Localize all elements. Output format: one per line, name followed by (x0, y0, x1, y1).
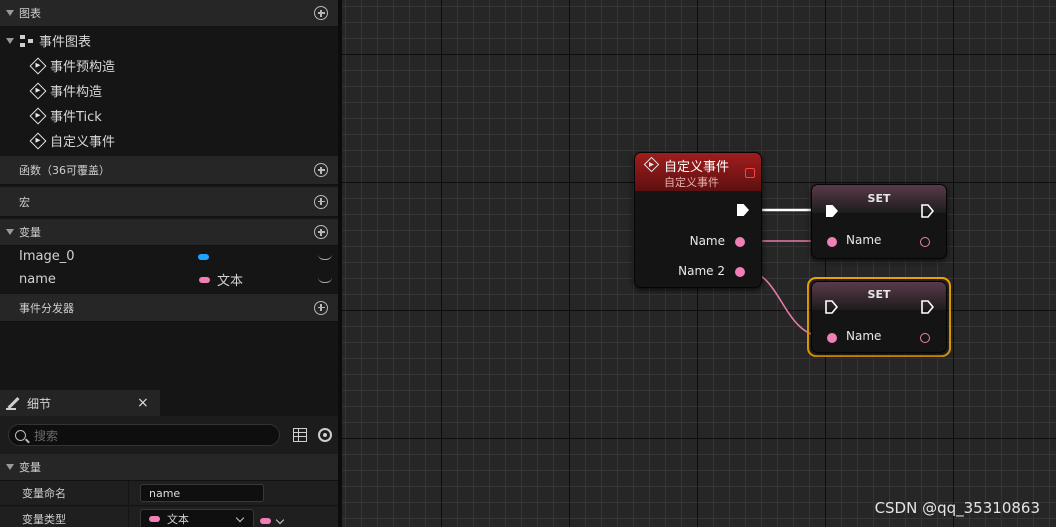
name-out-pin-icon[interactable] (735, 237, 745, 247)
search-input[interactable]: 搜索 (34, 427, 58, 444)
chevron-down-icon (275, 515, 285, 524)
variable-row[interactable]: Image_0 (0, 245, 338, 268)
pin-label: Name 2 (678, 264, 725, 278)
pin-label: Name (846, 233, 882, 247)
section-functions[interactable]: 函数（36可覆盖） (0, 156, 338, 185)
section-variables-label: 变量 (19, 226, 41, 239)
section-macros[interactable]: 宏 (0, 187, 338, 217)
tree-item-label: 事件预构造 (50, 60, 116, 75)
tree-item-event-graph[interactable]: 事件图表 (0, 28, 338, 53)
prop-row-variable-name: 变量命名 name (0, 480, 338, 506)
container-type-dropdown[interactable] (260, 511, 292, 527)
variable-name: name (19, 272, 56, 287)
section-variables[interactable]: 变量 (0, 219, 338, 246)
variable-type-pill-icon (199, 276, 210, 283)
exec-in-pin-icon[interactable] (825, 300, 838, 314)
tree-item-event[interactable]: 自定义事件 (0, 128, 338, 153)
pin-label: Name (846, 329, 882, 343)
section-functions-label: 函数（36可覆盖） (19, 164, 110, 177)
collapse-caret-icon[interactable] (6, 10, 14, 16)
variable-type-label: 文本 (217, 274, 244, 289)
details-section-label: 变量 (19, 461, 41, 474)
watermark: CSDN @qq_35310863 (874, 499, 1040, 517)
variable-row[interactable]: name 文本 (0, 268, 338, 291)
event-graph-canvas[interactable]: 自定义事件 自定义事件 Name Name 2 SET Name SET Nam… (342, 0, 1056, 527)
pin-label: Name (689, 234, 725, 248)
tree-item-event[interactable]: 事件预构造 (0, 53, 338, 78)
event-icon (29, 57, 47, 74)
tree-item-label: 自定义事件 (50, 135, 116, 150)
prop-label: 变量类型 (22, 513, 66, 526)
event-graph-icon (20, 34, 34, 47)
exec-out-pin-icon[interactable] (921, 204, 934, 218)
details-panel: 搜索 变量 变量命名 name 变量类型 文本 (0, 416, 338, 527)
variable-type-dropdown[interactable]: 文本 (140, 509, 254, 527)
variable-name-field[interactable]: name (140, 484, 264, 502)
pencil-icon (6, 396, 20, 410)
tab-details[interactable]: 细节 × (0, 390, 160, 416)
gear-icon[interactable] (318, 428, 332, 442)
variable-type-value: 文本 (167, 513, 189, 526)
section-event-dispatchers[interactable]: 事件分发器 (0, 294, 338, 322)
variable-name: Image_0 (19, 249, 75, 264)
visibility-eye-icon[interactable] (318, 254, 332, 260)
add-macro-icon[interactable] (314, 194, 328, 209)
collapse-caret-icon[interactable] (6, 229, 14, 235)
variable-type-pill-icon (198, 253, 209, 260)
name2-out-pin-icon[interactable] (735, 267, 745, 277)
node-title: 自定义事件 (664, 160, 730, 175)
section-macros-label: 宏 (19, 195, 30, 209)
add-graph-icon[interactable] (314, 6, 328, 20)
event-graph-label: 事件图表 (39, 35, 92, 50)
section-graphs-label: 图表 (19, 7, 41, 20)
search-box[interactable]: 搜索 (8, 424, 280, 446)
section-graphs[interactable]: 图表 (0, 0, 338, 27)
delegate-pin-icon[interactable] (745, 168, 755, 178)
expand-caret-icon[interactable] (6, 37, 14, 44)
exec-out-pin-icon[interactable] (737, 204, 749, 216)
tree-item-event[interactable]: 事件Tick (0, 103, 338, 128)
my-blueprint-panel: 图表 事件图表 事件预构造 事件构造 事件Tick 自定义事件 函数（36可覆盖… (0, 0, 338, 527)
visibility-eye-icon[interactable] (318, 277, 332, 283)
chevron-down-icon (235, 513, 245, 523)
section-dispatchers-label: 事件分发器 (19, 301, 74, 315)
event-icon (29, 132, 47, 149)
collapse-caret-icon[interactable] (6, 464, 14, 470)
node-subtitle: 自定义事件 (664, 176, 719, 189)
details-section-variable[interactable]: 变量 (0, 454, 338, 481)
tree-item-label: 事件构造 (50, 85, 103, 100)
set-node-selected[interactable]: SET Name (811, 281, 947, 353)
set-node[interactable]: SET Name (811, 184, 947, 259)
add-function-icon[interactable] (314, 163, 328, 177)
tree-item-label: 事件Tick (50, 110, 102, 125)
table-view-icon[interactable] (293, 428, 307, 442)
tree-item-event[interactable]: 事件构造 (0, 78, 338, 103)
add-dispatcher-icon[interactable] (314, 300, 328, 315)
name-out-pin-icon[interactable] (920, 237, 930, 247)
container-pill-icon (260, 518, 271, 524)
event-icon (29, 107, 47, 124)
name-in-pin-icon[interactable] (827, 237, 837, 247)
type-pill-icon (149, 516, 160, 522)
name-in-pin-icon[interactable] (827, 333, 837, 343)
prop-label: 变量命名 (22, 487, 66, 500)
custom-event-node[interactable]: 自定义事件 自定义事件 Name Name 2 (634, 152, 762, 288)
close-icon[interactable]: × (137, 395, 149, 411)
name-out-pin-icon[interactable] (920, 333, 930, 343)
prop-row-variable-type: 变量类型 文本 (0, 506, 338, 527)
event-icon (29, 82, 47, 99)
exec-out-pin-icon[interactable] (921, 300, 934, 314)
search-icon (15, 429, 26, 441)
tab-details-label: 细节 (27, 396, 52, 411)
add-variable-icon[interactable] (314, 225, 328, 239)
